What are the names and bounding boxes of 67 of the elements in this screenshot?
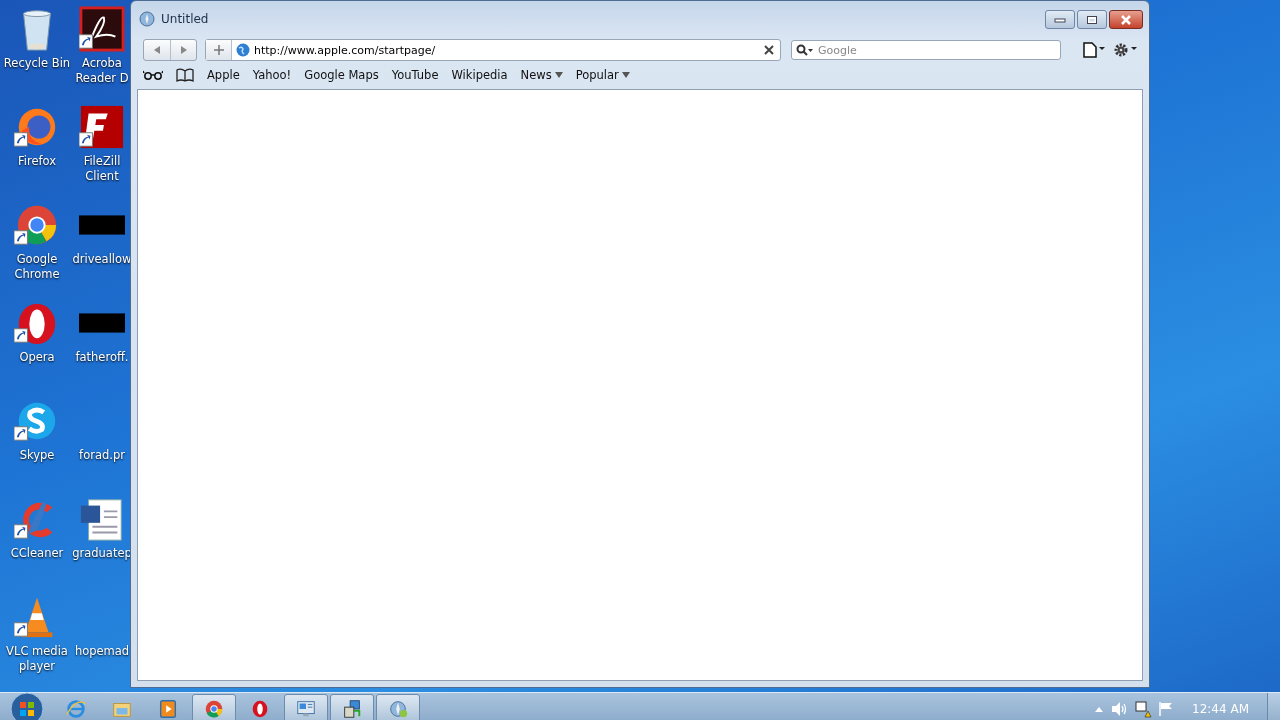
close-icon [1120,14,1132,25]
close-button[interactable] [1109,10,1143,29]
close-icon [764,45,774,55]
settings-button[interactable] [1113,42,1139,58]
plus-icon [213,45,224,55]
icon-label: hopemad [74,644,130,659]
icon-label: Firefox [17,154,57,169]
search-field[interactable]: Google [818,43,1060,57]
bookmark-link[interactable]: Apple [207,68,240,82]
page-icon [1081,42,1105,58]
flag-icon[interactable] [1158,701,1175,717]
bookmark-link[interactable]: YouTube [391,68,439,82]
address-bar[interactable]: http://www.apple.com/startpage/ [205,39,781,61]
search-box[interactable]: Google [791,40,1061,60]
settings-icon [1113,42,1139,58]
taskbar-button[interactable] [330,694,374,720]
reading-list-button[interactable] [143,70,163,80]
icon-label: forad.pr [79,448,125,463]
safari-icon [387,698,409,720]
taskbar-button[interactable] [192,694,236,720]
icon-label: driveallow [72,252,132,267]
minimize-icon [1054,16,1066,23]
redacted-bar [79,215,125,235]
volume-icon[interactable] [1110,701,1129,717]
glasses-icon [143,70,163,80]
redacted-bar [79,313,125,333]
taskbar-button[interactable] [376,694,420,720]
bookmark-link[interactable]: News [520,68,563,82]
search-icon [796,44,814,56]
icon-label: Acroba Reader D [75,56,129,86]
bookmarks-button[interactable] [176,68,194,82]
caret-icon [554,72,563,78]
back-arrow-icon [153,45,161,55]
start-button[interactable] [10,692,44,720]
network-warning-icon[interactable] [1134,700,1153,718]
bookmark-link[interactable]: Google Maps [304,68,379,82]
icon-label: FileZill Client [83,154,121,184]
add-bookmark-button[interactable] [206,40,232,60]
media-icon [157,698,179,720]
caret-icon [621,72,630,78]
address-field[interactable]: http://www.apple.com/startpage/ [254,43,760,57]
installer-icon [341,698,363,720]
icon-label: graduatep [72,546,132,561]
chrome-icon [203,698,225,720]
icon-label: Opera [19,350,55,365]
taskbar-button[interactable] [284,694,328,720]
icon-label: Recycle Bin [3,56,71,71]
bookmark-link[interactable]: Wikipedia [451,68,508,82]
compass-icon [139,11,155,27]
icon-label: VLC media player [6,644,68,674]
ie-icon [65,698,87,720]
show-desktop-button[interactable] [1267,693,1280,720]
globe-icon [236,43,250,57]
icon-label: CCleaner [10,546,64,561]
maximize-icon [1086,14,1098,25]
window-title: Untitled [161,12,210,26]
icon-label: fatheroff. [75,350,129,365]
clear-button[interactable] [764,45,774,55]
maximize-button[interactable] [1077,10,1107,29]
bookmark-link[interactable]: Yahoo! [252,68,292,82]
bookmark-link[interactable]: Popular [575,68,630,82]
page-menu-button[interactable] [1081,42,1105,58]
book-icon [176,68,194,82]
icon-label: Skype [19,448,55,463]
forward-arrow-icon [179,45,188,55]
show-hidden-icons-icon[interactable] [1094,705,1105,713]
icon-label: Google Chrome [14,252,60,282]
